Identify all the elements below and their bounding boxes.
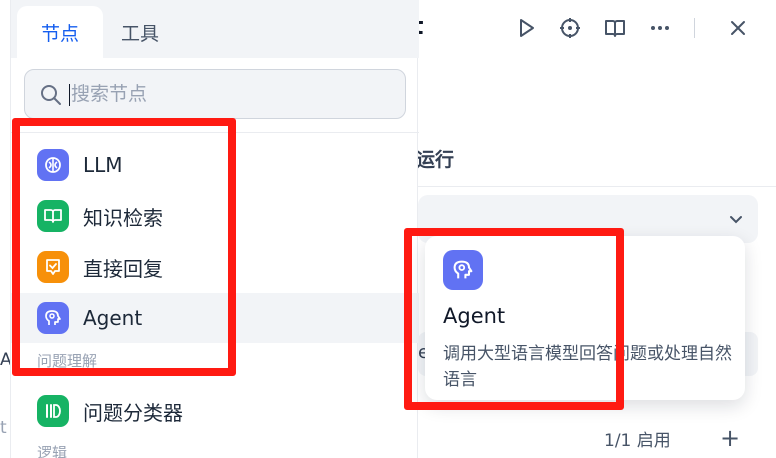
classifier-icon [37,395,69,427]
annotation-box [404,228,624,410]
section-divider [418,186,776,187]
node-item-question-classifier[interactable]: 问题分类器 [11,386,419,436]
run-play-icon[interactable] [512,14,540,42]
text-caret [69,84,70,106]
run-section-title: 运行 [416,149,455,171]
toolbar-divider [694,18,695,38]
edge-fragment: t [0,418,7,438]
chevron-down-icon [730,216,742,224]
picker-tabs: 节点 工具 [11,0,419,58]
tab-tools[interactable]: 工具 [97,6,183,58]
tab-nodes[interactable]: 节点 [17,6,104,58]
search-icon [41,85,61,105]
enable-count: 1/1 启用 [604,431,671,451]
more-icon[interactable] [646,14,674,42]
search-input[interactable] [71,70,391,118]
group-title-logic: 逻辑 [37,444,68,458]
node-search[interactable] [24,69,406,119]
node-item-label: 问题分类器 [83,400,183,425]
add-button[interactable]: + [720,424,740,452]
annotation-box [12,118,236,376]
book-open-icon[interactable] [601,14,629,42]
crosshair-icon[interactable] [556,14,584,42]
close-icon[interactable] [724,14,752,42]
